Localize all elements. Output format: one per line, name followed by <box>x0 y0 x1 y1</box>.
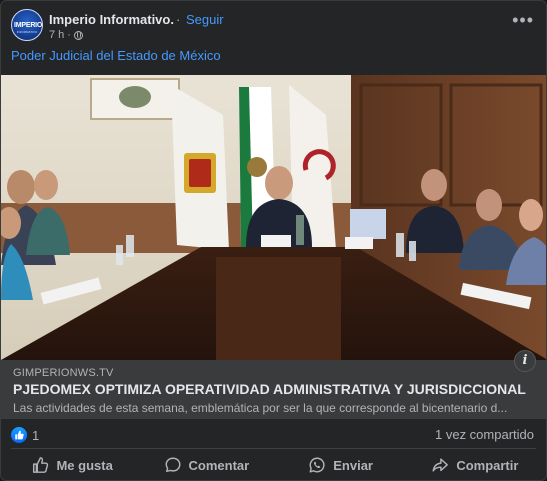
shares-count[interactable]: 1 vez compartido <box>435 427 534 442</box>
link-description: Las actividades de esta semana, emblemát… <box>13 401 508 415</box>
actions-divider <box>11 448 536 449</box>
info-icon[interactable]: i <box>514 350 536 372</box>
avatar-logo-subtext: INFORMATIVO <box>16 30 38 34</box>
post-card: IMPERIO INFORMATIVO Imperio Informativo.… <box>0 0 547 481</box>
link-domain: GIMPERIONWS.TV <box>13 367 114 379</box>
post-header: IMPERIO INFORMATIVO Imperio Informativo.… <box>11 9 536 45</box>
name-separator: · <box>176 12 181 27</box>
post-text[interactable]: Poder Judicial del Estado de México <box>11 48 221 63</box>
send-label: Enviar <box>333 457 373 473</box>
share-label: Compartir <box>456 457 519 473</box>
comment-button[interactable]: Comentar <box>139 452 273 478</box>
more-options-button[interactable]: ••• <box>512 11 534 29</box>
comment-label: Comentar <box>188 457 250 473</box>
share-icon <box>432 458 449 472</box>
meta-separator: · <box>67 29 71 41</box>
comment-icon <box>165 457 181 473</box>
whatsapp-icon <box>309 457 325 473</box>
like-label: Me gusta <box>56 457 113 473</box>
link-preview[interactable]: GIMPERIONWS.TV PJEDOMEX OPTIMIZA OPERATI… <box>1 360 546 419</box>
post-timestamp[interactable]: 7 h <box>49 29 64 41</box>
action-bar: Me gusta Comentar Enviar Compartir <box>5 452 542 478</box>
post-meta: 7 h · <box>49 29 83 41</box>
meeting-photo-illustration <box>1 75 546 360</box>
share-button[interactable]: Compartir <box>408 452 542 478</box>
page-name[interactable]: Imperio Informativo. <box>49 12 174 27</box>
send-button[interactable]: Enviar <box>274 452 408 478</box>
reactions-count: 1 <box>32 427 40 443</box>
post-photo[interactable] <box>1 75 546 360</box>
link-headline[interactable]: PJEDOMEX OPTIMIZA OPERATIVIDAD ADMINISTR… <box>13 381 526 397</box>
avatar-logo-text: IMPERIO <box>14 22 43 29</box>
globe-icon <box>73 30 83 40</box>
follow-button[interactable]: Seguir <box>186 12 224 27</box>
like-icon <box>33 457 49 473</box>
like-reaction-icon <box>11 427 27 443</box>
reactions-summary[interactable]: 1 <box>11 427 39 443</box>
avatar[interactable]: IMPERIO INFORMATIVO <box>11 9 43 41</box>
like-button[interactable]: Me gusta <box>5 452 139 478</box>
